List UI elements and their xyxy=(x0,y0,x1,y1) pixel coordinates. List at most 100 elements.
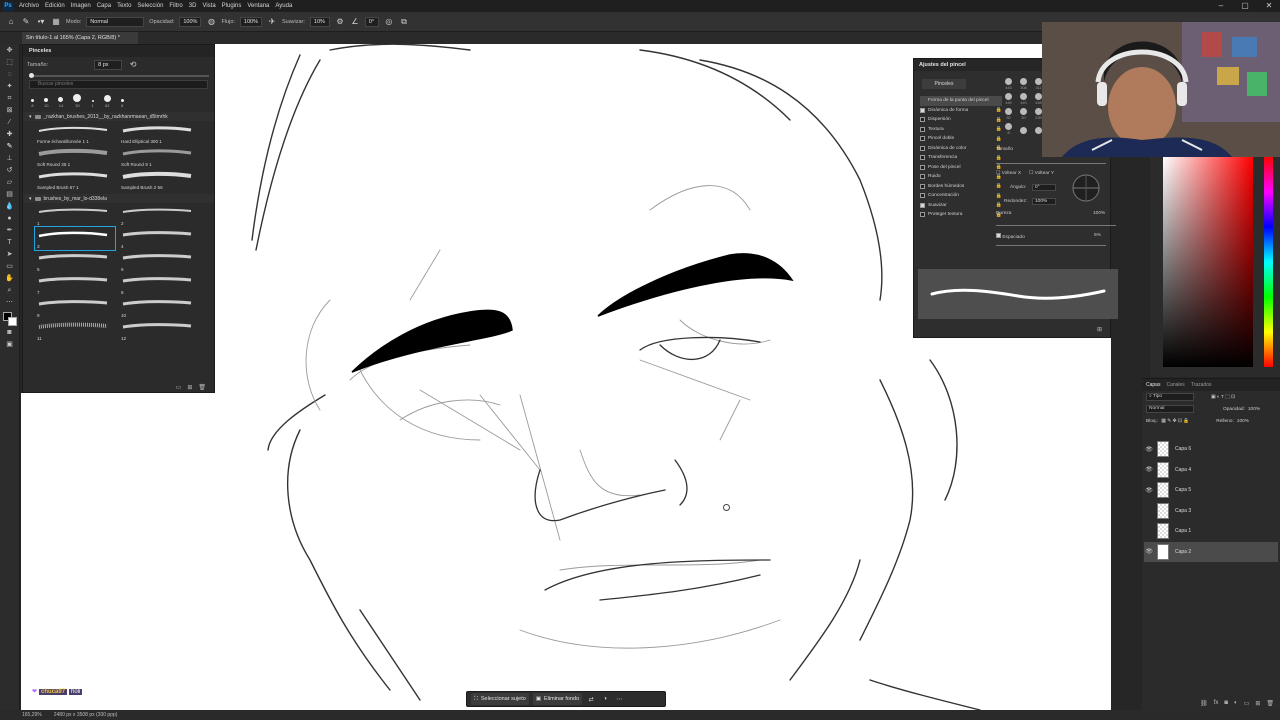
screen-mode-icon[interactable]: ▣ xyxy=(4,340,16,350)
brush-option-checkbox[interactable] xyxy=(920,202,925,208)
select-subject-button[interactable]: ⛶ Seleccionar sujeto xyxy=(471,693,529,705)
brush-size-field[interactable]: 8 px xyxy=(94,60,123,70)
brush-item[interactable]: Sampled Brush 67 1 xyxy=(35,168,115,191)
more-tools-icon[interactable]: ⋯ xyxy=(4,298,16,308)
brush-tip-thumbnail[interactable]: 8 xyxy=(1002,122,1015,135)
visibility-eye-icon[interactable]: 👁 xyxy=(1144,466,1154,473)
layer-name[interactable]: Capa 6 xyxy=(1175,446,1191,452)
background-color-swatch[interactable] xyxy=(7,317,17,326)
brushes-tab-button[interactable]: Pinceles xyxy=(922,79,966,89)
tab-paths[interactable]: Trazados xyxy=(1191,382,1212,388)
brush-item[interactable]: 5 xyxy=(35,250,115,273)
brush-item[interactable]: 9 xyxy=(35,296,115,319)
layer-name[interactable]: Capa 5 xyxy=(1175,487,1191,493)
tip-preset[interactable]: 1 xyxy=(91,100,94,108)
brush-item[interactable]: 1 xyxy=(35,204,115,227)
layer-row[interactable]: 👁 Capa 4 xyxy=(1144,460,1278,480)
brush-item[interactable]: Soft Round 35 1 xyxy=(35,145,115,168)
crop-tool-icon[interactable]: ⌗ xyxy=(4,94,16,104)
fx-icon[interactable]: fx xyxy=(1214,700,1219,710)
more-options-icon[interactable]: ⋯ xyxy=(614,696,624,703)
flip-x-checkbox[interactable]: ☐ Voltear X xyxy=(996,171,1021,176)
menu-archivo[interactable]: Archivo xyxy=(16,3,42,9)
brush-option-checkbox[interactable] xyxy=(920,136,925,142)
brush-item[interactable]: 12 xyxy=(119,319,199,342)
quick-select-tool-icon[interactable]: ✦ xyxy=(4,82,16,92)
minimize-icon[interactable]: – xyxy=(1210,1,1232,10)
chevron-down-icon[interactable]: ▾ xyxy=(29,196,32,202)
menu-capa[interactable]: Capa xyxy=(94,3,114,9)
lock-icon[interactable]: 🔒 xyxy=(996,183,1002,189)
brush-item[interactable]: Sampled Brush 2 56 xyxy=(119,168,199,191)
brush-option-checkbox[interactable] xyxy=(920,212,925,218)
folder-icon[interactable]: ▭ xyxy=(1244,700,1250,710)
gear-icon[interactable]: ⚙ xyxy=(335,17,345,27)
chevron-down-icon[interactable]: ▾ xyxy=(29,114,32,120)
hardness-slider[interactable] xyxy=(996,225,1116,226)
history-brush-icon[interactable]: ↺ xyxy=(4,166,16,176)
zoom-tool-icon[interactable]: ⌕ xyxy=(4,286,16,296)
new-layer-icon[interactable]: ⊞ xyxy=(1255,700,1260,710)
brush-option-item[interactable]: Dinámica de forma 🔒 xyxy=(920,106,1002,116)
quick-mask-icon[interactable]: ◙ xyxy=(4,328,16,338)
link-icon[interactable]: ⛓ xyxy=(1200,700,1208,710)
angle-roundness-widget[interactable] xyxy=(1070,172,1102,204)
hue-slider[interactable] xyxy=(1264,157,1273,367)
new-preset-icon[interactable]: ⊞ xyxy=(1097,326,1102,333)
brush-item-selected[interactable]: 3 xyxy=(34,226,116,251)
brush-option-item[interactable]: Bordes húmedos 🔒 xyxy=(920,182,1002,192)
airbrush-icon[interactable]: ✈ xyxy=(267,17,277,27)
flip-y-checkbox[interactable]: ☐ Voltear Y xyxy=(1029,171,1054,176)
brush-option-item[interactable]: Forma de la punta del pincel🔒 xyxy=(920,96,1002,106)
brush-option-item[interactable]: Textura 🔒 xyxy=(920,125,1002,135)
brush-option-item[interactable]: Dinámica de color 🔒 xyxy=(920,144,1002,154)
flow-field[interactable]: 100% xyxy=(239,16,262,27)
brush-option-item[interactable]: Concentración 🔒 xyxy=(920,191,1002,201)
menu-ayuda[interactable]: Ayuda xyxy=(272,3,295,9)
lasso-tool-icon[interactable]: ◌ xyxy=(4,70,16,80)
brush-option-checkbox[interactable] xyxy=(920,117,925,123)
brush-option-item[interactable]: Pose del pincel 🔒 xyxy=(920,163,1002,173)
healing-tool-icon[interactable]: ✚ xyxy=(4,130,16,140)
opacity-field[interactable]: 100% xyxy=(179,16,202,27)
fill-value[interactable]: 100% xyxy=(1237,419,1249,424)
color-wheel-icon[interactable]: ◑ xyxy=(600,696,610,702)
brush-settings-toggle-icon[interactable]: ▦ xyxy=(51,17,61,27)
brush-option-item[interactable]: Proteger textura 🔒 xyxy=(920,210,1002,220)
document-tab[interactable]: Sin título-1 al 165% (Capa 2, RGB/8) * xyxy=(22,32,138,44)
brush-item[interactable]: 4 xyxy=(119,227,199,250)
angle-field[interactable]: 0° xyxy=(364,16,379,27)
tip-preset[interactable]: 30 xyxy=(73,94,82,108)
spacing-slider[interactable] xyxy=(996,245,1106,246)
brush-item[interactable]: 11 xyxy=(35,319,115,342)
brush-tip-thumbnail[interactable]: 443 xyxy=(1002,77,1015,90)
zoom-level[interactable]: 165,29% xyxy=(22,712,42,718)
brush-tool-icon[interactable]: ✎ xyxy=(21,17,31,27)
tab-layers[interactable]: Capas xyxy=(1146,382,1160,388)
brush-option-item[interactable]: Pincel doble 🔒 xyxy=(920,134,1002,144)
color-saturation-field[interactable] xyxy=(1163,157,1253,367)
layer-row[interactable]: 👁 Capa 6 xyxy=(1144,439,1278,459)
dodge-tool-icon[interactable]: ● xyxy=(4,214,16,224)
brush-item[interactable]: 6 xyxy=(119,250,199,273)
brush-tip-thumbnail[interactable]: 30 xyxy=(1002,107,1015,120)
lock-icon[interactable]: 🔒 xyxy=(996,136,1002,142)
mode-select[interactable]: Normal xyxy=(86,16,145,27)
angle-field[interactable]: 0° xyxy=(1032,184,1056,191)
close-icon[interactable]: ✕ xyxy=(1258,1,1280,10)
pen-tool-icon[interactable]: ✒ xyxy=(4,226,16,236)
pressure-opacity-icon[interactable]: ◍ xyxy=(206,17,216,27)
mask-icon[interactable]: ◙ xyxy=(1224,700,1228,710)
brush-tip-thumbnail[interactable]: 30 xyxy=(1017,107,1030,120)
shape-tool-icon[interactable]: ▭ xyxy=(4,262,16,272)
tip-preset[interactable]: 10 xyxy=(44,98,48,108)
tip-size-slider[interactable] xyxy=(996,163,1106,164)
brush-search-input[interactable]: Buscar pinceles xyxy=(29,80,208,89)
layer-name[interactable]: Capa 2 xyxy=(1175,549,1191,555)
tip-preset[interactable]: 63 xyxy=(103,95,111,108)
brush-option-checkbox[interactable] xyxy=(920,126,925,132)
menu-filtro[interactable]: Filtro xyxy=(166,3,185,9)
layer-row[interactable]: Capa 1 xyxy=(1144,521,1278,541)
lock-icon[interactable]: 🔒 xyxy=(996,202,1002,208)
lock-icon[interactable]: 🔒 xyxy=(996,164,1002,170)
